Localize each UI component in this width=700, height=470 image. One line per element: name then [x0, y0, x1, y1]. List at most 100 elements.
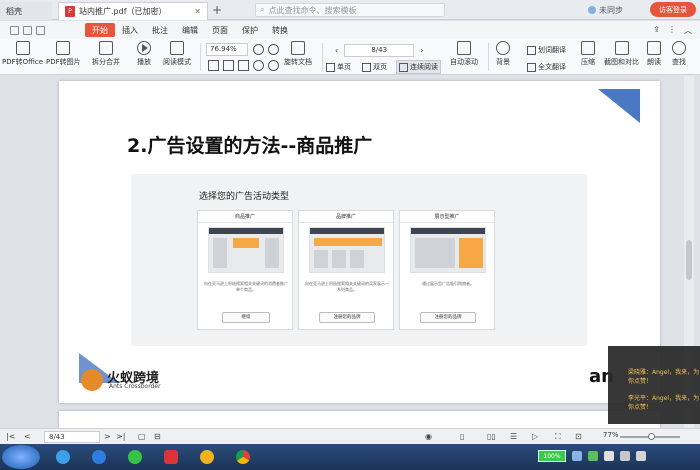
chrome-icon [236, 450, 250, 464]
zoom-slider-handle[interactable] [648, 433, 655, 440]
fit-page-icon[interactable]: ▢ [138, 432, 146, 441]
rotate-right-icon[interactable] [268, 60, 279, 71]
double-page-view-icon[interactable]: ▯▯ [487, 432, 496, 441]
single-page-button[interactable]: 单页 [326, 60, 351, 74]
read-aloud-button[interactable]: 朗读 [647, 41, 661, 73]
pdf-to-image-button[interactable]: PDF转图片 [46, 41, 81, 73]
menu-protect[interactable]: 保护 [235, 23, 265, 37]
actual-size-icon[interactable]: ⊡ [575, 432, 582, 441]
actual-size-icon[interactable] [208, 60, 219, 71]
split-merge-label: 拆分合并 [92, 58, 120, 66]
read-mode-label: 阅读模式 [163, 58, 191, 66]
toolbar-divider [200, 43, 201, 71]
continuous-view-icon[interactable]: ☰ [510, 432, 517, 441]
rotate-left-icon[interactable] [253, 60, 264, 71]
cloud-icon [588, 6, 596, 14]
page-number-input[interactable]: 8/43 [344, 43, 415, 57]
first-page-icon[interactable]: |< [6, 432, 15, 441]
print-icon[interactable] [36, 25, 45, 35]
menu-comment[interactable]: 批注 [145, 23, 175, 37]
taskbar-app-sogou[interactable] [84, 447, 114, 467]
card-continue-button: 继续 [222, 312, 270, 323]
fullscreen-icon[interactable]: ⛶ [555, 432, 561, 442]
battery-indicator[interactable]: 100% [538, 450, 566, 462]
tray-icon[interactable] [572, 451, 582, 461]
background-label: 背景 [496, 58, 510, 66]
taskbar-app-wechat[interactable] [120, 447, 150, 467]
menu-insert[interactable]: 插入 [115, 23, 145, 37]
pdf-file-icon: P [65, 6, 75, 17]
volume-icon[interactable] [636, 451, 646, 461]
pdf-to-office-button[interactable]: PDF转Office [2, 41, 43, 73]
zoom-select[interactable]: 76.94% [206, 43, 248, 56]
play-label: 播放 [137, 58, 151, 66]
share-icon[interactable]: ⇪ [653, 25, 660, 36]
wechat-tray-icon[interactable] [588, 451, 598, 461]
taskbar-app-wps[interactable] [156, 447, 186, 467]
taskbar-app-chrome[interactable] [228, 447, 258, 467]
sogou-icon [92, 450, 106, 464]
fit-page-icon[interactable] [223, 60, 234, 71]
view-tools [208, 60, 279, 71]
campaign-card-sponsored-brands: 品牌推广 向在亚马逊上积极搜索相关关键词的买家展示一系列商品。 注册您的品牌 [298, 210, 394, 330]
network-icon[interactable] [620, 451, 630, 461]
start-button[interactable] [2, 445, 40, 469]
scrollbar-thumb[interactable] [686, 240, 692, 280]
auto-scroll-button[interactable]: 自动滚动 [450, 41, 478, 73]
tab-previous[interactable]: 稻壳 [0, 2, 52, 20]
status-page-input[interactable]: 8/43 [44, 431, 100, 443]
read-mode-button[interactable]: 阅读模式 [163, 41, 191, 73]
tab-document[interactable]: P 站内推广.pdf（已加密） ✕ [58, 2, 208, 20]
previous-page-icon[interactable]: < [24, 432, 31, 441]
chevron-up-icon[interactable]: ︿ [684, 25, 692, 36]
more-icon[interactable]: ⋮ [668, 25, 676, 36]
menu-icon[interactable] [10, 25, 19, 35]
eye-icon[interactable]: ◉ [425, 432, 432, 441]
save-icon[interactable] [23, 25, 32, 35]
sync-status[interactable]: 未同步 [588, 3, 623, 17]
fit-width-icon[interactable]: ⊟ [154, 432, 161, 441]
card-description: 向在亚马逊上积极搜索相关关键词的买家展示一系列商品。 [305, 281, 389, 292]
background-button[interactable]: 背景 [496, 41, 510, 73]
last-page-icon[interactable]: >| [116, 432, 125, 441]
full-translate-button[interactable]: 全文翻译 [527, 60, 566, 74]
single-page-view-icon[interactable]: ▯ [460, 432, 464, 441]
menu-edit[interactable]: 编辑 [175, 23, 205, 37]
new-tab-button[interactable]: + [212, 3, 222, 17]
fit-width-icon[interactable] [238, 60, 249, 71]
company-logo: 火蚁跨境 Ants Crossborder [79, 353, 189, 398]
play-icon[interactable]: ▷ [532, 432, 538, 441]
continuous-read-label: 连续阅读 [410, 63, 438, 71]
taskbar-app-ie[interactable] [48, 447, 78, 467]
eye-icon [496, 41, 510, 55]
previous-page-icon[interactable]: ‹ [335, 46, 338, 55]
compress-button[interactable]: 压缩 [581, 41, 595, 73]
menu-page[interactable]: 页面 [205, 23, 235, 37]
next-page-icon[interactable]: › [420, 46, 423, 55]
word-translate-button[interactable]: 划词翻译 [527, 43, 566, 57]
play-button[interactable]: 播放 [137, 41, 151, 73]
command-search-input[interactable]: ⌕ 点此查找命令、搜索模板 [255, 3, 445, 17]
close-tab-icon[interactable]: ✕ [194, 7, 201, 16]
screenshot-compare-label: 截图和对比 [604, 58, 639, 66]
pdf-to-office-icon [15, 41, 30, 55]
rotate-document-button[interactable]: 旋转文档 [284, 41, 312, 73]
tray-icon[interactable] [604, 451, 614, 461]
screenshot-compare-button[interactable]: 截图和对比 [604, 41, 639, 73]
taskbar-app-player[interactable] [192, 447, 222, 467]
card-preview-image [309, 227, 385, 273]
menu-convert[interactable]: 转换 [265, 23, 295, 37]
login-button[interactable]: 访客登录 [650, 2, 696, 17]
continuous-read-button[interactable]: 连续阅读 [396, 60, 441, 74]
speaker-icon [647, 41, 661, 55]
search-icon [672, 41, 686, 55]
menu-home[interactable]: 开始 [85, 23, 115, 37]
search-button[interactable]: 查找 [672, 41, 686, 73]
status-zoom-value[interactable]: 77% [603, 431, 619, 439]
zoom-in-icon[interactable] [253, 44, 264, 55]
double-page-icon [362, 62, 371, 72]
zoom-out-icon[interactable] [268, 44, 279, 55]
double-page-button[interactable]: 双页 [362, 60, 387, 74]
split-merge-button[interactable]: 拆分合并 [92, 41, 120, 73]
next-page-icon[interactable]: > [104, 432, 111, 441]
